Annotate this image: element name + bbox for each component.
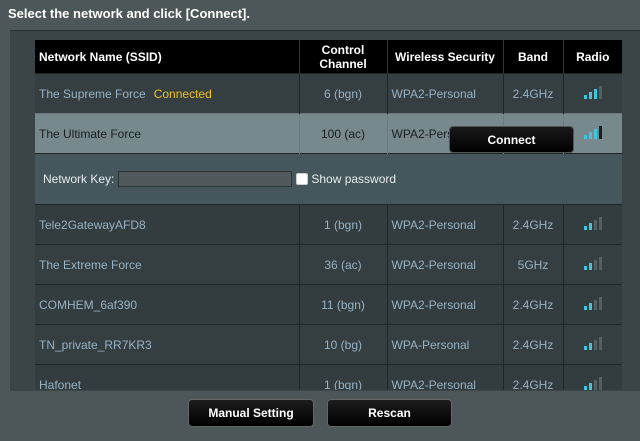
network-channel: 6 (bgn) bbox=[299, 73, 388, 114]
signal-bar bbox=[588, 263, 592, 270]
signal-bar bbox=[593, 260, 597, 270]
signal-bar bbox=[583, 95, 587, 99]
network-security: WPA2-Personal bbox=[387, 364, 504, 390]
signal-bar bbox=[588, 223, 592, 230]
network-ssid: Tele2GatewayAFD8 bbox=[35, 204, 300, 245]
network-row[interactable]: Tele2GatewayAFD8 1 (bgn) WPA2-Personal 2… bbox=[35, 204, 622, 245]
network-row[interactable]: TN_private_RR7KR3 10 (bg) WPA-Personal 2… bbox=[35, 324, 622, 365]
signal-bar bbox=[588, 132, 592, 139]
signal-bar bbox=[593, 220, 597, 230]
signal-bar bbox=[598, 377, 602, 390]
header-security: Wireless Security bbox=[387, 40, 504, 74]
network-row[interactable]: Hafonet 1 (bgn) WPA2-Personal 2.4GHz bbox=[35, 364, 622, 390]
network-ssid: The Ultimate Force bbox=[35, 113, 300, 154]
signal-bar bbox=[583, 266, 587, 270]
network-channel: 11 (bgn) bbox=[299, 284, 388, 325]
network-band: 2.4GHz bbox=[503, 204, 564, 245]
connect-button[interactable]: Connect bbox=[449, 126, 574, 153]
network-ssid: Hafonet bbox=[35, 364, 300, 390]
show-password-label[interactable]: Show password bbox=[311, 172, 396, 186]
table-header-row: Network Name (SSID) Control Channel Wirel… bbox=[35, 40, 622, 74]
network-ssid: The Supreme Force bbox=[39, 86, 146, 101]
signal-strength-icon bbox=[583, 216, 602, 230]
network-security: WPA2-Personal bbox=[387, 284, 504, 325]
signal-bar bbox=[588, 383, 592, 390]
signal-bar bbox=[598, 257, 602, 270]
signal-strength-icon bbox=[583, 125, 602, 139]
network-ssid: TN_private_RR7KR3 bbox=[35, 324, 300, 365]
signal-bar bbox=[588, 92, 592, 99]
network-table: Network Name (SSID) Control Channel Wirel… bbox=[35, 40, 622, 390]
manual-setting-button[interactable]: Manual Setting bbox=[188, 399, 314, 427]
header-radio: Radio bbox=[563, 40, 622, 74]
header-ssid: Network Name (SSID) bbox=[35, 40, 300, 74]
connected-badge: Connected bbox=[153, 86, 212, 101]
network-ssid: COMHEM_6af390 bbox=[35, 284, 300, 325]
signal-bar bbox=[598, 297, 602, 310]
header-channel-line2: Channel bbox=[319, 56, 367, 71]
signal-bar bbox=[598, 217, 602, 230]
signal-bar bbox=[598, 126, 602, 139]
header-band: Band bbox=[503, 40, 564, 74]
show-password-checkbox[interactable] bbox=[296, 173, 309, 185]
signal-strength-icon bbox=[583, 296, 602, 310]
signal-bar bbox=[583, 135, 587, 139]
network-security: WPA2-Personal bbox=[387, 73, 504, 114]
network-band: 2.4GHz bbox=[503, 364, 564, 390]
network-key-row: Network Key: Show password bbox=[35, 153, 622, 205]
network-channel: 100 (ac) bbox=[299, 113, 388, 154]
signal-bar bbox=[583, 306, 587, 310]
network-band: 2.4GHz bbox=[503, 284, 564, 325]
rescan-button[interactable]: Rescan bbox=[327, 399, 452, 427]
header-channel-line1: Control bbox=[321, 42, 365, 57]
signal-bar bbox=[593, 340, 597, 350]
network-channel: 10 (bg) bbox=[299, 324, 388, 365]
instruction-text: Select the network and click [Connect]. bbox=[8, 6, 250, 21]
signal-strength-icon bbox=[583, 376, 602, 390]
network-security: WPA2-Personal bbox=[387, 204, 504, 245]
signal-bar bbox=[598, 86, 602, 99]
network-channel: 36 (ac) bbox=[299, 244, 388, 285]
network-key-box: Network Key: Show password bbox=[35, 154, 622, 204]
network-security: WPA-Personal bbox=[387, 324, 504, 365]
signal-strength-icon bbox=[583, 256, 602, 270]
signal-bar bbox=[593, 89, 597, 99]
signal-strength-icon bbox=[583, 85, 602, 99]
network-row[interactable]: The Extreme Force 36 (ac) WPA2-Personal … bbox=[35, 244, 622, 285]
network-band: 2.4GHz bbox=[503, 73, 564, 114]
signal-bar bbox=[583, 226, 587, 230]
signal-bar bbox=[583, 386, 587, 390]
signal-strength-icon bbox=[583, 336, 602, 350]
network-key-input[interactable] bbox=[118, 171, 293, 187]
network-band: 2.4GHz bbox=[503, 324, 564, 365]
network-band: 5GHz bbox=[503, 244, 564, 285]
network-channel: 1 (bgn) bbox=[299, 364, 388, 390]
network-row[interactable]: COMHEM_6af390 11 (bgn) WPA2-Personal 2.4… bbox=[35, 284, 622, 325]
network-channel: 1 (bgn) bbox=[299, 204, 388, 245]
network-key-label: Network Key: bbox=[43, 172, 115, 186]
network-table-wrapper[interactable]: Network Name (SSID) Control Channel Wirel… bbox=[35, 40, 622, 390]
signal-bar bbox=[583, 346, 587, 350]
network-row[interactable]: The Supreme Force Connected 6 (bgn) WPA2-… bbox=[35, 73, 622, 114]
signal-bar bbox=[598, 337, 602, 350]
signal-bar bbox=[593, 129, 597, 139]
signal-bar bbox=[588, 303, 592, 310]
signal-bar bbox=[588, 343, 592, 350]
signal-bar bbox=[593, 300, 597, 310]
header-channel: Control Channel bbox=[299, 40, 388, 74]
signal-bar bbox=[593, 380, 597, 390]
network-ssid: The Extreme Force bbox=[35, 244, 300, 285]
network-security: WPA2-Personal bbox=[387, 244, 504, 285]
